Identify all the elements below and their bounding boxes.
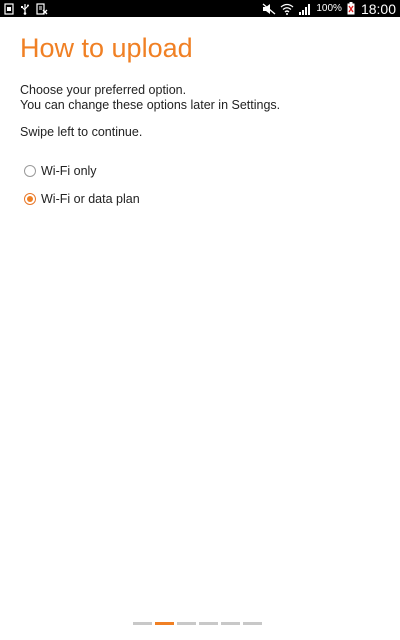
page-dot-3	[177, 622, 196, 625]
option-label: Wi-Fi or data plan	[41, 192, 140, 206]
signal-icon	[298, 0, 312, 17]
file-icon	[36, 0, 48, 17]
page-title: How to upload	[20, 33, 193, 63]
option-wifi-or-data[interactable]: Wi-Fi or data plan	[24, 192, 140, 206]
battery-percent: 100%	[316, 3, 342, 14]
status-bar: 100% 18:00	[0, 0, 400, 17]
status-bar-left	[4, 0, 48, 17]
radio-wifi-or-data[interactable]	[24, 193, 36, 205]
wifi-icon	[280, 0, 294, 17]
option-wifi-only[interactable]: Wi-Fi only	[24, 164, 97, 178]
battery-icon	[347, 0, 355, 17]
swipe-hint: Swipe left to continue.	[20, 125, 143, 139]
screen: 100% 18:00 How to upload Choose your pre…	[0, 0, 400, 640]
mute-icon	[262, 0, 276, 17]
option-label: Wi-Fi only	[41, 164, 97, 178]
page-dot-5	[221, 622, 240, 625]
screenshot-icon	[4, 0, 14, 17]
usb-icon	[20, 0, 30, 17]
page-indicator	[133, 622, 262, 625]
status-bar-right: 100% 18:00	[262, 0, 396, 17]
page-dot-1	[133, 622, 152, 625]
page-dot-2-active	[155, 622, 174, 625]
description-line-2: You can change these options later in Se…	[20, 97, 281, 112]
page-dot-6	[243, 622, 262, 625]
description-line-1: Choose your preferred option.	[20, 83, 187, 97]
radio-wifi-only[interactable]	[24, 165, 36, 177]
description: Choose your preferred option. You can ch…	[20, 83, 280, 112]
clock: 18:00	[360, 0, 396, 17]
page-dot-4	[199, 622, 218, 625]
